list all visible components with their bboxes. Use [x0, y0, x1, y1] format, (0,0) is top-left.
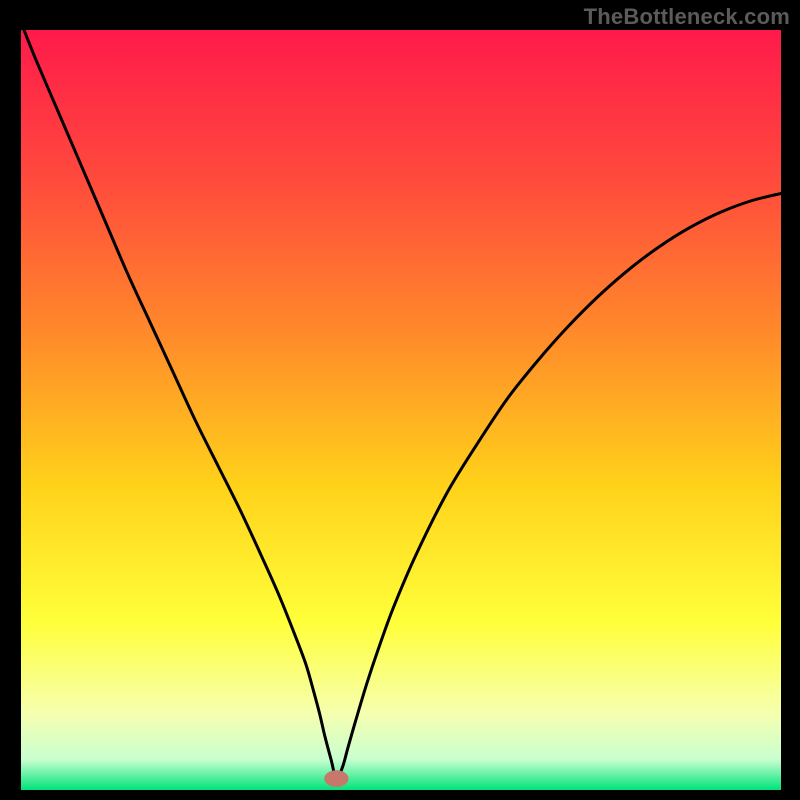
- watermark-text: TheBottleneck.com: [584, 4, 790, 30]
- gradient-background: [21, 30, 781, 790]
- bottleneck-chart: [21, 30, 781, 790]
- plot-area: [21, 30, 781, 790]
- optimal-marker: [324, 770, 348, 787]
- chart-container: TheBottleneck.com: [0, 0, 800, 800]
